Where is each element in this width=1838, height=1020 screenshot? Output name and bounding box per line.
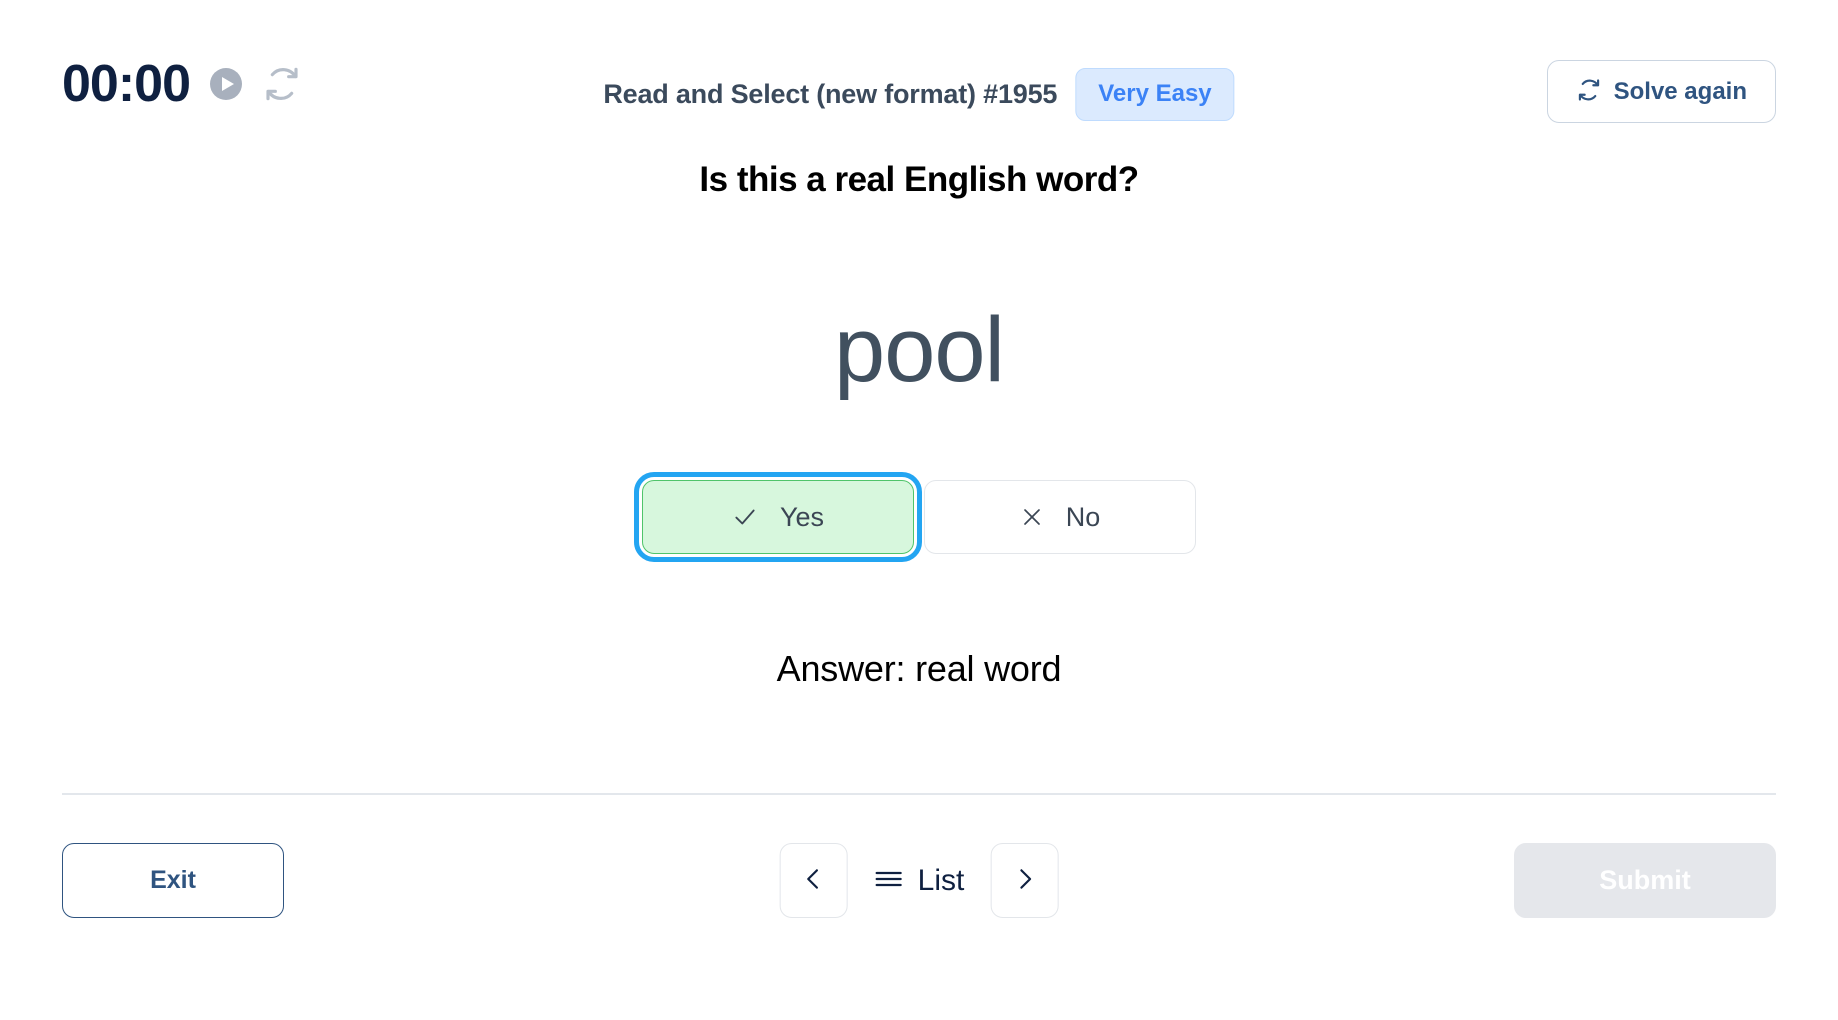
- question-heading: Is this a real English word?: [699, 160, 1139, 199]
- submit-button[interactable]: Submit: [1514, 843, 1776, 918]
- close-icon: [1020, 505, 1044, 529]
- top-bar: 00:00 Read and Select (new format) #1955…: [0, 0, 1838, 130]
- play-circle-icon[interactable]: [208, 66, 244, 102]
- footer-divider: [62, 793, 1776, 795]
- exercise-page: 00:00 Read and Select (new format) #1955…: [0, 0, 1838, 1020]
- previous-button[interactable]: [779, 843, 848, 918]
- navigation-group: List: [779, 843, 1059, 918]
- check-icon: [732, 504, 758, 530]
- solve-again-button[interactable]: Solve again: [1546, 60, 1776, 123]
- difficulty-badge: Very Easy: [1075, 68, 1235, 121]
- next-button[interactable]: [990, 843, 1059, 918]
- chevron-left-icon: [801, 866, 827, 895]
- solve-again-label: Solve again: [1613, 77, 1747, 105]
- page-title: Read and Select (new format) #1955: [603, 79, 1058, 109]
- list-label: List: [917, 863, 965, 897]
- hamburger-icon: [874, 867, 904, 894]
- chevron-right-icon: [1011, 866, 1037, 895]
- list-button[interactable]: List: [868, 863, 971, 897]
- choice-no-label: No: [1065, 501, 1101, 532]
- exit-button[interactable]: Exit: [62, 843, 284, 918]
- answer-text: Answer: real word: [776, 648, 1062, 689]
- refresh-icon: [1576, 77, 1602, 106]
- prompt-word: pool: [834, 299, 1005, 401]
- timer-group: 00:00: [62, 58, 302, 110]
- answer-choices: Yes No: [634, 472, 1196, 562]
- title-block: Read and Select (new format) #1955 Very …: [603, 68, 1235, 121]
- timer-display: 00:00: [62, 55, 191, 113]
- choice-yes-button[interactable]: Yes: [634, 472, 922, 562]
- choice-yes-label: Yes: [779, 501, 825, 532]
- choice-no-button[interactable]: No: [924, 480, 1196, 554]
- refresh-icon[interactable]: [262, 64, 302, 104]
